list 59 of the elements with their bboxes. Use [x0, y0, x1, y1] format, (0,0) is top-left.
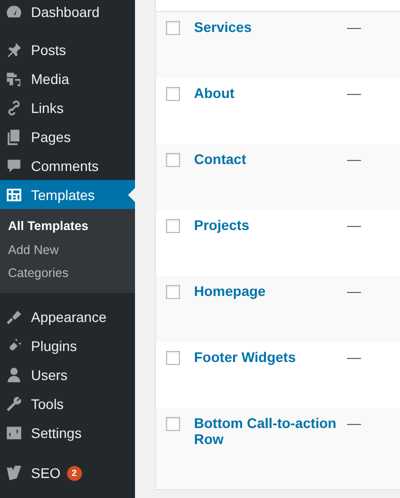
row-checkbox[interactable] [166, 417, 180, 431]
menu-item[interactable]: SEO 2 [0, 458, 135, 488]
menu-item[interactable]: Pages [0, 122, 135, 151]
menu-label: Plugins [31, 338, 77, 354]
table-cell: — [347, 349, 361, 365]
wrench-icon [5, 395, 23, 413]
menu-item[interactable]: Templates [0, 180, 135, 209]
template-title-link[interactable]: Projects [194, 217, 339, 233]
menu-label: Pages [31, 128, 71, 144]
menu-label: Links [31, 100, 64, 116]
row-checkbox[interactable] [166, 87, 180, 101]
count-badge: 2 [66, 466, 82, 480]
row-checkbox[interactable] [166, 351, 180, 365]
pin-icon [5, 40, 23, 58]
row-checkbox[interactable] [166, 219, 180, 233]
menu-label: Comments [31, 158, 99, 174]
table-cell: — [347, 151, 361, 167]
menu-item[interactable]: Tools [0, 390, 135, 418]
submenu-item[interactable]: Categories [0, 262, 135, 286]
menu-label: Settings [31, 425, 82, 441]
menu-item[interactable]: Plugins [0, 332, 135, 360]
menu-item[interactable]: Appearance [0, 302, 135, 332]
table-cell: — [347, 217, 361, 233]
submenu-item[interactable]: All Templates [0, 215, 135, 238]
table-cell: — [347, 85, 361, 101]
menu-item[interactable]: Links [0, 93, 135, 122]
template-title-link[interactable]: Homepage [194, 283, 339, 299]
menu-label: SEO [31, 465, 61, 481]
menu-item[interactable]: Dashboard [0, 0, 135, 26]
menu-item[interactable]: Settings [0, 418, 135, 448]
dashboard-icon [5, 2, 23, 20]
menu-item[interactable]: Media [0, 64, 135, 93]
user-icon [5, 366, 23, 384]
menu-item[interactable]: Comments [0, 151, 135, 180]
template-title-link[interactable]: Services [194, 19, 339, 35]
table-cell: — [347, 415, 361, 431]
table-cell: — [347, 283, 361, 299]
template-title-link[interactable]: Footer Widgets [194, 349, 339, 365]
row-checkbox[interactable] [166, 285, 180, 299]
paintbrush-icon [5, 308, 23, 326]
menu-label: Tools [31, 396, 64, 412]
row-checkbox[interactable] [166, 21, 180, 35]
menu-label: Dashboard [31, 4, 100, 20]
submenu-item[interactable]: Add New [0, 238, 135, 262]
speech-bubble-icon [5, 156, 23, 174]
grid-icon [5, 186, 23, 204]
row-checkbox[interactable] [166, 153, 180, 167]
menu-item[interactable]: Users [0, 360, 135, 390]
menu-label: Appearance [31, 309, 107, 325]
menu-label: Users [31, 367, 68, 383]
table-cell: — [347, 19, 361, 35]
template-title-link[interactable]: Contact [194, 151, 339, 167]
template-title-link[interactable]: Bottom Call-to-action Row [194, 415, 339, 447]
menu-label: Media [31, 70, 70, 86]
menu-label: Posts [31, 42, 66, 58]
sliders-icon [5, 424, 23, 442]
menu-item[interactable]: Posts [0, 35, 135, 64]
template-title-link[interactable]: About [194, 85, 339, 101]
menu-label: Templates [31, 186, 95, 202]
